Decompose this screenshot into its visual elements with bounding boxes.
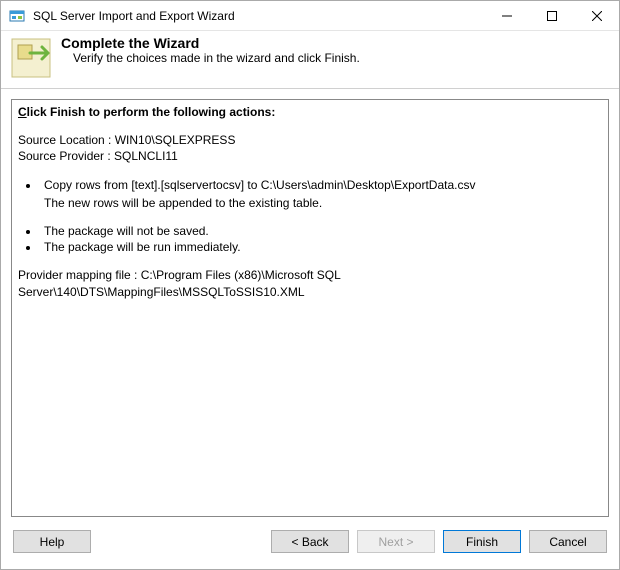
finish-button[interactable]: Finish: [443, 530, 521, 553]
wizard-icon: [1, 31, 61, 79]
close-button[interactable]: [574, 1, 619, 30]
help-button[interactable]: Help: [13, 530, 91, 553]
source-block: Source Location : WIN10\SQLEXPRESS Sourc…: [18, 132, 602, 164]
title-bar: SQL Server Import and Export Wizard: [1, 1, 619, 31]
next-button: Next >: [357, 530, 435, 553]
mapping-line: Provider mapping file : C:\Program Files…: [18, 267, 602, 299]
list-item: Copy rows from [text].[sqlservertocsv] t…: [40, 177, 602, 193]
cancel-button[interactable]: Cancel: [529, 530, 607, 553]
list-item: The package will be run immediately.: [40, 239, 602, 255]
copy-list: Copy rows from [text].[sqlservertocsv] t…: [18, 177, 602, 193]
maximize-button[interactable]: [529, 1, 574, 30]
page-title: Complete the Wizard: [61, 35, 360, 51]
source-location-label: Source Location :: [18, 133, 115, 147]
back-button[interactable]: < Back: [271, 530, 349, 553]
summary-panel: Click Finish to perform the following ac…: [11, 99, 609, 517]
page-subtitle: Verify the choices made in the wizard an…: [61, 51, 360, 65]
window-title: SQL Server Import and Export Wizard: [33, 9, 484, 23]
app-icon: [9, 8, 25, 24]
window-controls: [484, 1, 619, 30]
source-provider-value: SQLNCLI11: [114, 149, 178, 163]
list-item: The package will not be saved.: [40, 223, 602, 239]
wizard-header: Complete the Wizard Verify the choices m…: [1, 31, 619, 89]
minimize-button[interactable]: [484, 1, 529, 30]
wizard-footer: Help < Back Next > Finish Cancel: [1, 517, 619, 565]
source-provider-label: Source Provider :: [18, 149, 114, 163]
source-location-value: WIN10\SQLEXPRESS: [115, 133, 236, 147]
copy-note: The new rows will be appended to the exi…: [44, 195, 602, 211]
package-list: The package will not be saved. The packa…: [18, 223, 602, 255]
mapping-label: Provider mapping file :: [18, 268, 141, 282]
summary-lead: Click Finish to perform the following ac…: [18, 104, 602, 120]
